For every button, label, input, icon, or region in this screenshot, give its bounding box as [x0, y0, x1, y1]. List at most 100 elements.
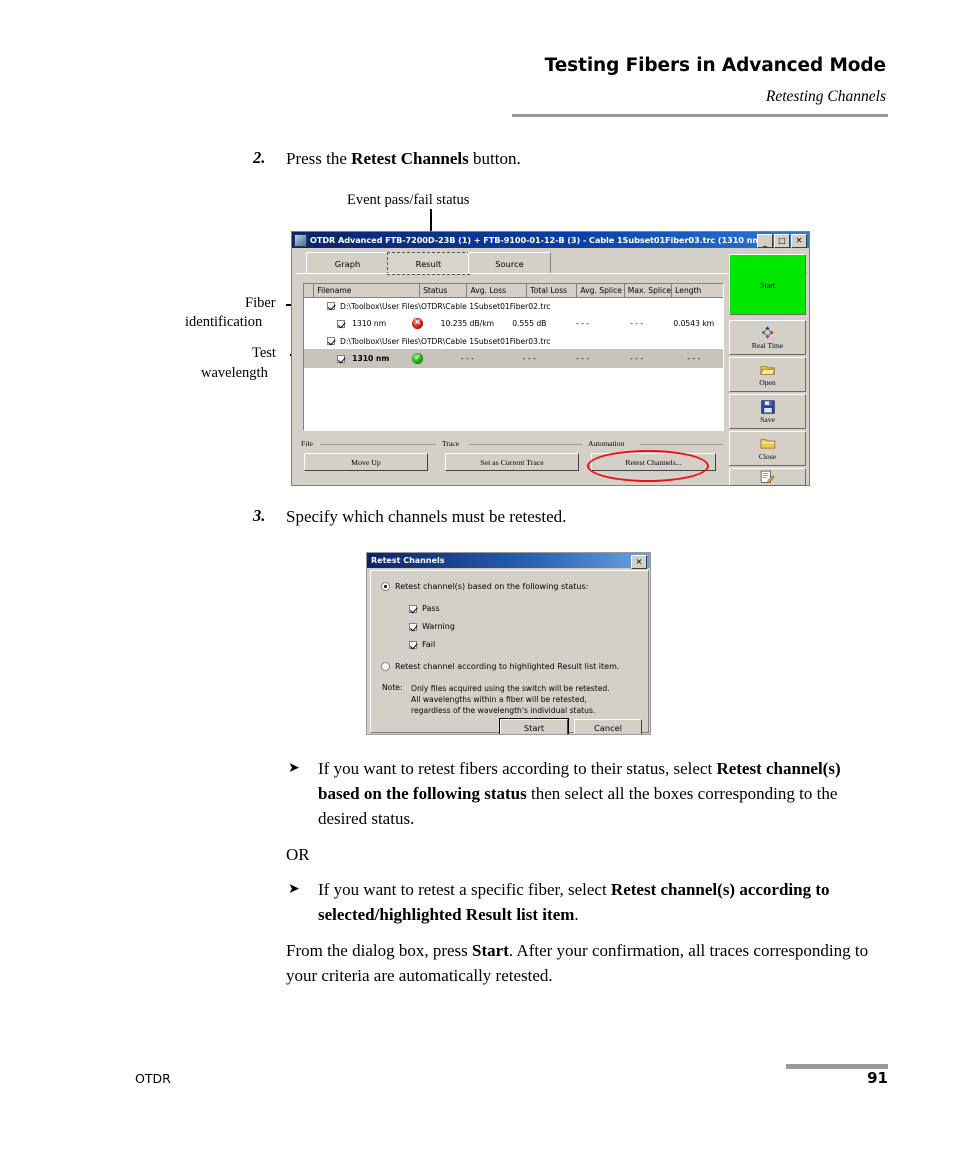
group-file-rule: [320, 444, 436, 445]
sidebar-close-label: Close: [758, 452, 777, 461]
step-3-number: 3.: [253, 506, 266, 525]
close-button[interactable]: ✕: [791, 233, 807, 248]
row-checkbox[interactable]: [327, 337, 335, 345]
sidebar-start-button[interactable]: Start: [729, 254, 806, 315]
row-checkbox[interactable]: [337, 319, 346, 328]
tab-source[interactable]: Source: [468, 252, 551, 274]
row-avg-splice: - - -: [575, 354, 590, 363]
checkbox-warning-box: [409, 622, 417, 631]
radio-option-highlighted[interactable]: Retest channel according to highlighted …: [381, 662, 619, 671]
dialog-body: Retest channel(s) based on the following…: [370, 570, 649, 734]
minimize-icon: _: [763, 238, 767, 248]
checkbox-pass[interactable]: Pass: [409, 604, 440, 613]
bullet-1-part1: If you want to retest fibers according t…: [318, 759, 717, 778]
bullet-2-arrow-icon: ➤: [288, 881, 300, 897]
column-avg-splice[interactable]: Avg. Splice: [577, 284, 625, 297]
row-total-loss: 0.555 dB: [512, 319, 547, 328]
step-2-suffix: button.: [468, 149, 521, 168]
close-folder-icon: [760, 436, 776, 451]
otdr-title-text: OTDR Advanced FTB-7200D-23B (1) + FTB-91…: [310, 235, 765, 245]
bullet-2-part2: .: [574, 904, 579, 924]
page-title: Testing Fibers in Advanced Mode: [544, 55, 886, 76]
dialog-close-button[interactable]: ✕: [631, 554, 647, 569]
group-file-label: File: [301, 439, 316, 448]
dialog-cancel-button[interactable]: Cancel: [574, 719, 642, 734]
sidebar-open-label: Open: [759, 378, 776, 387]
realtime-arrows-icon: [760, 325, 775, 340]
table-row[interactable]: 1310 nm 10.235 dB/km 0.555 dB - - - - - …: [304, 314, 723, 333]
result-list-header: Filename Status Avg. Loss Total Loss Avg…: [304, 284, 723, 298]
retest-channels-highlight-ellipse: [587, 450, 709, 482]
sidebar-close-button[interactable]: Close: [729, 431, 806, 466]
sidebar-save-label: Save: [760, 415, 775, 424]
bullet-2-part1: If you want to retest a specific fiber, …: [318, 880, 611, 899]
report-edit-icon: [760, 470, 775, 485]
row-wavelength: 1310 nm: [352, 319, 387, 328]
column-max-splice[interactable]: Max. Splice: [625, 284, 673, 297]
dialog-start-button[interactable]: Start: [499, 718, 569, 734]
bullet-1-arrow-icon: ➤: [288, 760, 300, 776]
row-avg-loss: 10.235 dB/km: [440, 319, 495, 328]
column-length[interactable]: Length: [672, 284, 723, 297]
checkbox-fail-box: [409, 640, 417, 649]
column-status[interactable]: Status: [420, 284, 468, 297]
table-row[interactable]: 1310 nm - - - - - - - - - - - - - - -: [304, 349, 723, 368]
tab-graph[interactable]: Graph: [306, 252, 389, 274]
row-avg-loss: - - -: [460, 354, 474, 363]
bullet-1-text: If you want to retest fibers according t…: [318, 757, 883, 832]
step-2-text: Press the Retest Channels button.: [286, 148, 521, 170]
row-max-splice: - - -: [630, 354, 644, 363]
sidebar-open-button[interactable]: Open: [729, 357, 806, 392]
step-2-prefix: Press the: [286, 149, 352, 168]
callout-test-line1: Test: [252, 345, 276, 361]
radio-option-status[interactable]: Retest channel(s) based on the following…: [381, 582, 588, 591]
final-paragraph: From the dialog box, press Start. After …: [286, 939, 886, 989]
row-length: - - -: [687, 354, 701, 363]
sidebar-realtime-button[interactable]: Real Time: [729, 320, 806, 355]
checkbox-pass-label: Pass: [422, 604, 440, 613]
row-avg-splice: - - -: [575, 319, 590, 328]
status-fail-icon: [412, 318, 424, 329]
sidebar-start-label: Start: [759, 280, 776, 290]
tab-source-label: Source: [495, 258, 524, 269]
checkbox-warning[interactable]: Warning: [409, 622, 455, 631]
row-checkbox[interactable]: [327, 302, 335, 310]
group-automation-label: Automation: [588, 439, 628, 448]
column-filename[interactable]: Filename: [314, 284, 421, 297]
status-pass-icon: [412, 353, 424, 364]
table-row[interactable]: D:\Toolbox\User Files\OTDR\Cable 1Subset…: [304, 298, 723, 314]
callout-test-line2: wavelength: [201, 365, 268, 381]
row-wavelength: 1310 nm: [352, 354, 390, 363]
result-list[interactable]: Filename Status Avg. Loss Total Loss Avg…: [303, 283, 724, 431]
sidebar-report-button[interactable]: [729, 468, 806, 486]
radio-highlighted-indicator: [381, 662, 390, 671]
column-total-loss[interactable]: Total Loss: [527, 284, 578, 297]
set-as-current-trace-label: Set as Current Trace: [480, 457, 544, 467]
checkbox-warning-label: Warning: [422, 622, 455, 631]
radio-highlighted-label: Retest channel according to highlighted …: [395, 662, 620, 671]
minimize-button[interactable]: _: [757, 233, 773, 248]
dialog-title-bar: Retest Channels ✕: [367, 553, 650, 569]
table-row[interactable]: D:\Toolbox\User Files\OTDR\Cable 1Subset…: [304, 333, 723, 349]
move-up-label: Move Up: [351, 457, 381, 467]
tab-result[interactable]: Result: [387, 252, 470, 275]
column-avg-loss[interactable]: Avg. Loss: [467, 284, 528, 297]
move-up-button[interactable]: Move Up: [304, 453, 428, 471]
row-checkbox[interactable]: [337, 354, 346, 363]
final-bold: Start: [472, 941, 509, 960]
sidebar-save-button[interactable]: Save: [729, 394, 806, 429]
maximize-button[interactable]: □: [774, 233, 790, 248]
otdr-app-icon: [294, 233, 307, 247]
row-total-loss: - - -: [522, 354, 536, 363]
header-divider: [512, 114, 888, 117]
checkbox-fail[interactable]: Fail: [409, 640, 435, 649]
page-subtitle: Retesting Channels: [765, 88, 886, 105]
step-2-bold: Retest Channels: [351, 149, 469, 168]
step-2-number: 2.: [253, 148, 266, 167]
row-max-splice: - - -: [630, 319, 644, 328]
set-as-current-trace-button[interactable]: Set as Current Trace: [445, 453, 579, 471]
callout-event-status: Event pass/fail status: [347, 192, 470, 208]
header-grip: [304, 284, 315, 297]
bullet-2-text: If you want to retest a specific fiber, …: [318, 878, 883, 928]
open-folder-icon: [759, 362, 776, 377]
